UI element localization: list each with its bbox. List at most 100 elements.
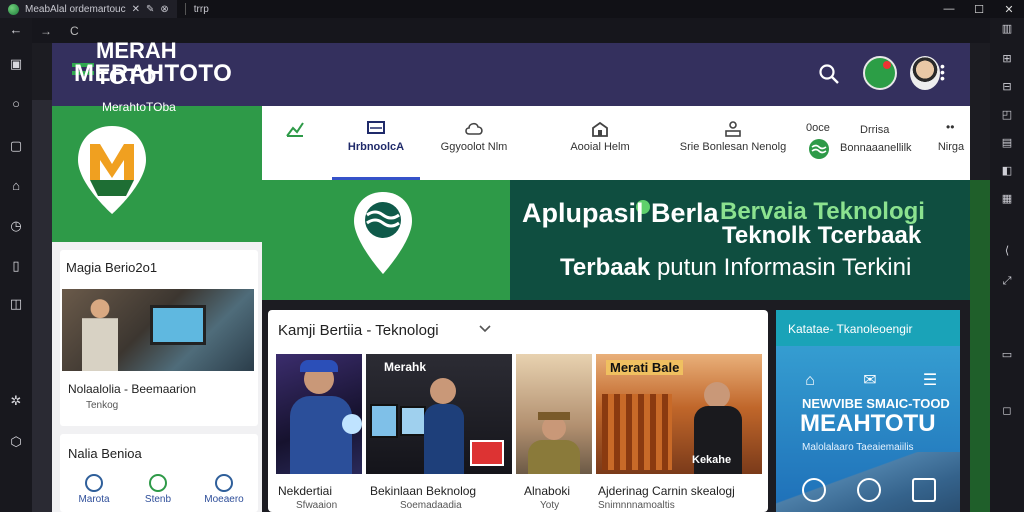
news-card-caption[interactable]: Bekinlaan Beknolog (370, 484, 476, 498)
category-item[interactable]: 0oce Drrisa Bonnaaanellilk (796, 106, 920, 180)
list-icon[interactable]: ☰ (920, 372, 940, 390)
clock-icon[interactable]: ◷ (8, 218, 24, 234)
news-card-image[interactable] (276, 354, 362, 474)
tab-close-icon[interactable]: ⊗ (160, 4, 168, 15)
bookmark-icon[interactable]: ◧ (1000, 164, 1014, 178)
featured-card-image[interactable] (62, 289, 254, 371)
note-icon[interactable]: ◫ (8, 296, 24, 312)
category-label: Nirga (937, 141, 965, 153)
promo-line1: NEWVIBE SMAIC-TOOD (802, 396, 950, 411)
quick-link-label: Marota (78, 494, 110, 505)
category-item-active[interactable]: HrbnoolcA (332, 106, 420, 180)
minimize-button[interactable]: — (934, 3, 964, 16)
promo-brand: MEAHTOTU (800, 410, 936, 437)
red-box (470, 440, 504, 466)
history-icon[interactable]: ◰ (1000, 108, 1014, 122)
category-item[interactable] (262, 106, 328, 180)
featured-card-caption: Nolaalolia - Beemaarion (68, 382, 197, 396)
apps-icon[interactable]: ⊞ (1000, 52, 1014, 66)
category-label: Bonnaaanellilk (840, 142, 912, 154)
person-figure (82, 295, 118, 371)
quick-links-title: Nalia Benioa (68, 446, 142, 461)
category-item[interactable]: Srie Bonlesan Nenolg (678, 106, 788, 180)
document-icon[interactable]: ▯ (8, 258, 24, 274)
category-item[interactable]: Ggyoolot Nlm (420, 106, 528, 180)
share-icon[interactable]: ⟨ (1000, 244, 1014, 258)
category-label: Srie Bonlesan Nenolg (679, 141, 787, 153)
monitor-shape (400, 406, 426, 436)
hero-headline-1: Aplupasil Berla (522, 198, 719, 228)
person-body (290, 396, 352, 474)
shield-icon[interactable]: ⬡ (8, 434, 24, 450)
tab-separator (184, 3, 186, 15)
search-icon[interactable]: ○ (8, 96, 24, 112)
chevron-down-icon[interactable] (478, 322, 492, 336)
notification-avatar[interactable] (863, 56, 897, 90)
hero-logo-panel (262, 180, 510, 300)
monitor-shape (370, 404, 398, 438)
reload-button[interactable]: C (70, 24, 79, 38)
edit-icon[interactable]: ✎ (146, 4, 154, 15)
monitor-icon (367, 121, 385, 134)
category-label: Ggyoolot Nlm (440, 141, 508, 153)
news-card-caption[interactable]: Ajderinag Carnin skealogj (598, 484, 735, 498)
chart-icon (286, 122, 304, 137)
settings-icon[interactable]: ✲ (8, 393, 24, 409)
tab-url-label[interactable]: trrp (194, 4, 209, 15)
left-gutter (32, 100, 52, 512)
chat-icon[interactable]: ✉ (860, 372, 880, 390)
browser-tab[interactable]: MeabAlal ordemartouc ✕ ✎ ⊗ (0, 0, 177, 18)
news-card-badge: Kekahe (692, 454, 732, 466)
clock-icon (85, 474, 103, 492)
brand-title-line2: TOTO (96, 64, 157, 89)
news-card-subcaption: Soemadaadia (400, 500, 462, 511)
news-card-caption[interactable]: Alnaboki (524, 484, 570, 498)
maximize-button[interactable]: ☐ (964, 3, 994, 16)
forward-button[interactable]: → (40, 24, 52, 38)
home-icon[interactable]: ⌂ (8, 178, 24, 194)
quick-link-label: Stenb (144, 494, 172, 505)
close-tab-icon[interactable]: ✕ (132, 4, 140, 15)
share-icon[interactable] (802, 478, 826, 502)
site-header: MERAHTOTO • • • (52, 43, 970, 106)
expand-icon[interactable]: ⤢ (1000, 274, 1014, 288)
back-arrow-icon[interactable]: ← (8, 22, 24, 38)
quick-link-label: Moeaero (204, 494, 244, 505)
window-controls: — ☐ ✕ (934, 3, 1024, 16)
category-item[interactable]: •• Nirga (932, 106, 970, 180)
download-icon (149, 474, 167, 492)
quick-link[interactable]: Marota (64, 474, 124, 505)
downloads-icon[interactable]: ▤ (1000, 136, 1014, 150)
tab-title: MeabAlal ordemartouc (25, 3, 126, 15)
news-card-image[interactable]: Merahk (366, 354, 512, 474)
hero-headline-2: Teknolk Tcerbaak (722, 222, 922, 249)
chat-icon[interactable]: ▢ (8, 138, 24, 154)
document-icon[interactable] (912, 478, 936, 502)
person-body (424, 404, 464, 474)
news-card-caption[interactable]: Nekdertiai (278, 484, 332, 498)
news-card-image[interactable]: Merati Bale Kekahe (596, 354, 762, 474)
news-card-subcaption: Snimnnnamoaltis (598, 500, 675, 511)
news-card-image[interactable] (516, 354, 592, 474)
category-item[interactable]: Aooial Helm (538, 106, 662, 180)
search-icon[interactable] (857, 478, 881, 502)
quick-link[interactable]: Stenb (128, 474, 188, 505)
featured-card-subcaption: Tenkog (86, 400, 119, 411)
brand-title-line1: MERAH (96, 38, 177, 63)
tech-section-title[interactable]: Kamji Bertiia - Teknologi (278, 322, 439, 339)
panel-icon[interactable]: ▭ (1000, 348, 1014, 362)
extensions-icon[interactable]: ⊟ (1000, 80, 1014, 94)
category-label: HrbnoolcA (347, 141, 405, 153)
reading-icon[interactable]: ▦ (1000, 192, 1014, 206)
quick-link[interactable]: Moeaero (194, 474, 254, 505)
sidebar-toggle-icon[interactable]: ▥ (1000, 22, 1014, 36)
user-avatar[interactable] (910, 56, 940, 90)
grid-icon[interactable]: ▣ (8, 56, 24, 72)
comment-icon[interactable]: ◻ (1000, 404, 1014, 418)
home-icon[interactable]: ⌂ (800, 372, 820, 390)
network-icon (725, 121, 741, 137)
search-icon[interactable] (818, 63, 840, 85)
close-window-button[interactable]: ✕ (994, 3, 1024, 16)
more-menu-icon[interactable]: • • • (940, 59, 946, 85)
news-card-badge: Merahk (384, 360, 427, 374)
